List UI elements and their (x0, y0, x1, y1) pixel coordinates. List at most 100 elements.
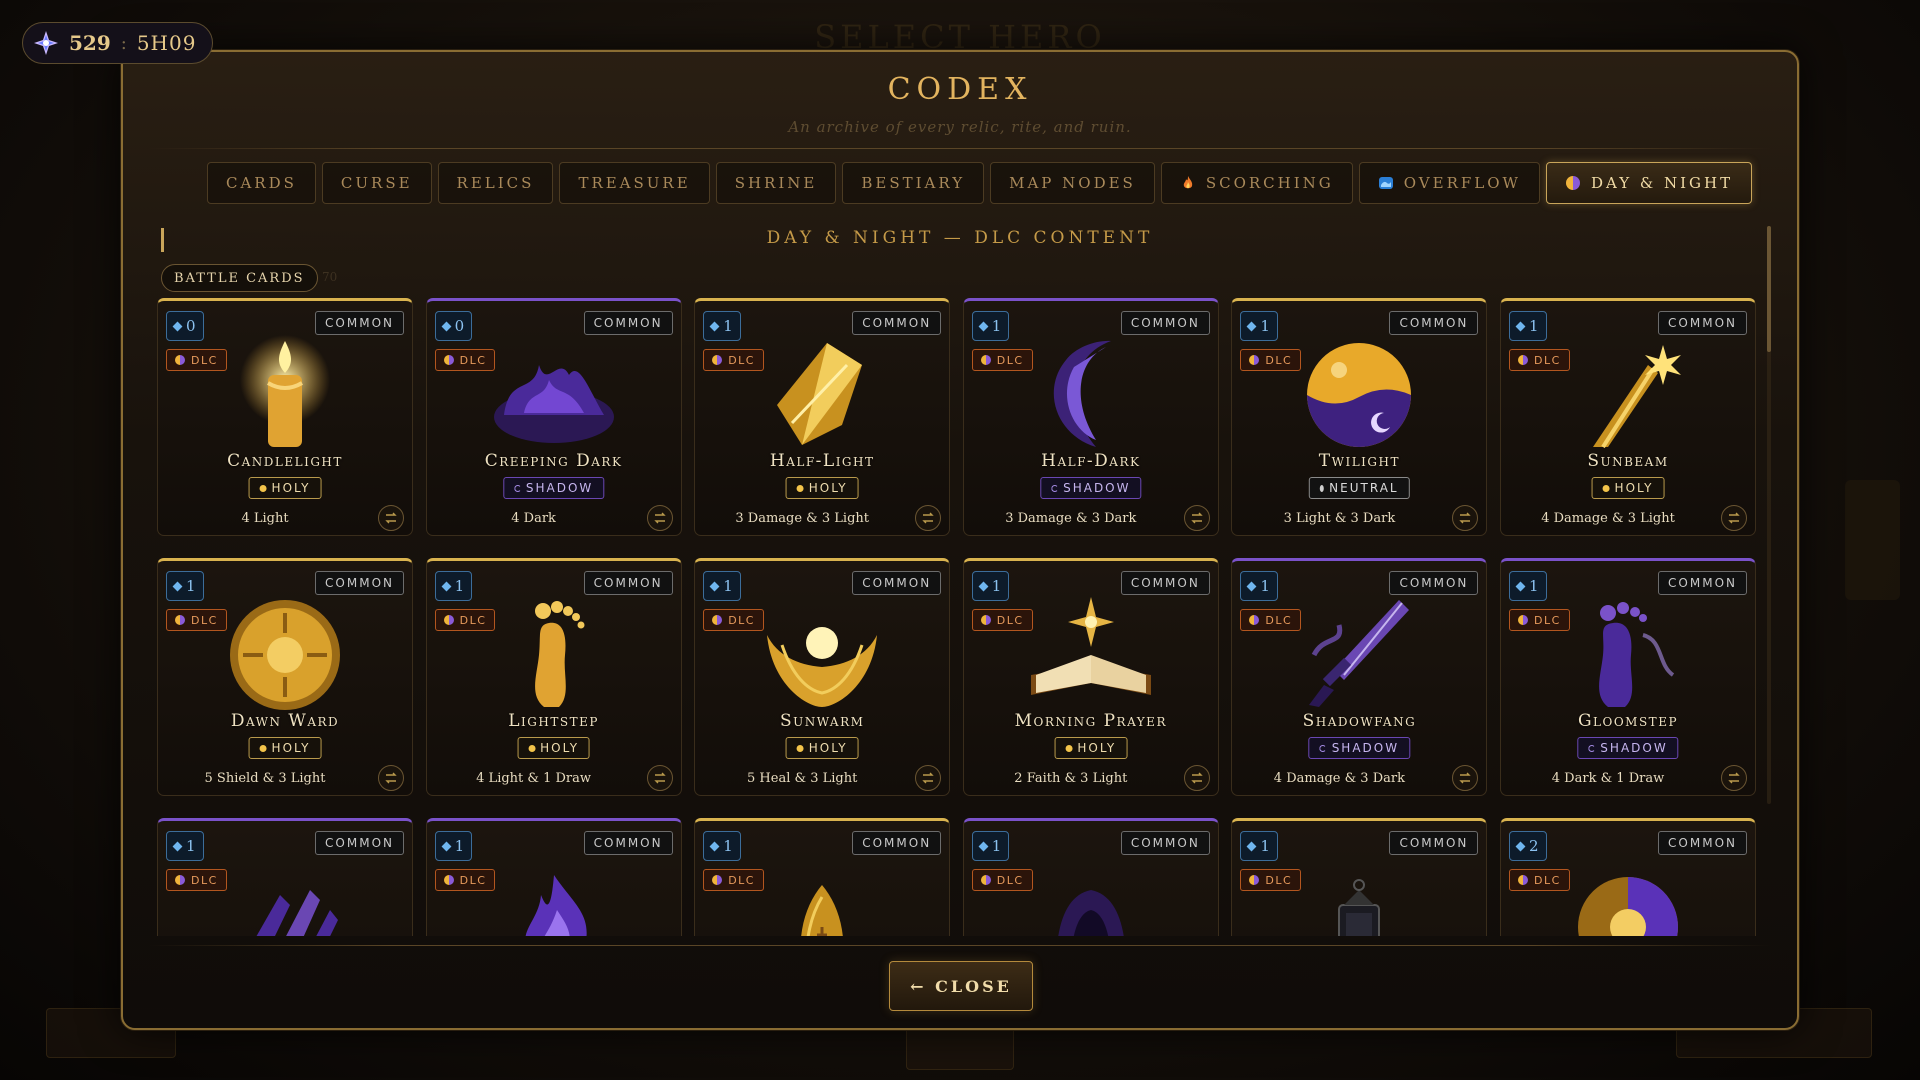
card-tile[interactable]: 1 COMMON DLC Lightstep HOLY 4 Light & 1 Draw (425, 558, 682, 796)
tab-map-nodes[interactable]: MAP NODES (990, 162, 1155, 204)
tab-cards[interactable]: CARDS (207, 162, 316, 204)
card-rarity-badge: COMMON (583, 831, 673, 855)
card-type-badge: HOLY (517, 737, 591, 759)
card-rarity-badge: COMMON (852, 831, 942, 855)
card-cost-badge: 1 (971, 831, 1010, 861)
card-type-badge: HOLY (785, 737, 859, 759)
dark-mist-icon (479, 335, 629, 455)
tab-overflow[interactable]: OVERFLOW (1358, 162, 1540, 204)
card-tile[interactable]: 1 COMMON DLC Morning Prayer HOLY 2 Faith & 3 … (962, 558, 1219, 796)
card-cost-badge: 1 (166, 571, 204, 601)
card-effect: 4 Dark (511, 511, 556, 526)
card-tile[interactable]: 2 COMMON DLC (1500, 818, 1756, 936)
card-rarity-badge: COMMON (852, 571, 942, 595)
mana-icon (1515, 841, 1526, 851)
tab-curse[interactable]: CURSE (321, 162, 432, 204)
swap-icon[interactable] (915, 765, 942, 791)
shadow-icon (1319, 744, 1327, 752)
card-effect: 5 Heal & 3 Light (747, 771, 858, 786)
swap-icon[interactable] (1183, 505, 1210, 531)
mana-icon (441, 321, 452, 331)
tab-label: SHRINE (734, 174, 818, 192)
tab-treasure[interactable]: TREASURE (559, 162, 710, 204)
day-night-icon (443, 355, 454, 365)
close-button[interactable]: ← CLOSE (889, 961, 1033, 1011)
swap-icon[interactable] (646, 765, 673, 791)
card-tile[interactable]: 1 COMMON DLC (157, 818, 413, 936)
card-cost: 1 (991, 577, 1002, 595)
tab-label: RELICS (456, 174, 535, 192)
card-tile[interactable]: 1 COMMON DLC Sunwarm HOLY 5 Heal & 3 Light (694, 558, 951, 796)
card-tile[interactable]: 1 COMMON DLC Twilight NEUTRAL 3 Light & 3 Dar… (1231, 298, 1488, 536)
swap-icon[interactable] (1183, 765, 1210, 791)
card-tile[interactable]: 0 COMMON DLC Candlelight HOLY 4 Light (157, 298, 413, 536)
card-tile[interactable]: 1 COMMON DLC Half-Light HOLY 3 Damage & 3 Lig… (694, 298, 951, 536)
swap-icon[interactable] (1721, 505, 1747, 531)
card-cost-badge: 1 (1240, 311, 1278, 341)
day-night-icon (712, 615, 723, 625)
rune-stone-icon (747, 855, 897, 936)
card-type-badge: HOLY (248, 737, 322, 759)
swap-icon[interactable] (1452, 505, 1479, 531)
battle-cards-badge: BATTLE CARDS (161, 264, 318, 292)
card-grid-viewport[interactable]: 0 COMMON DLC Candlelight HOLY 4 Light 0 COMMON D… (157, 298, 1763, 936)
card-rarity-badge: COMMON (1389, 831, 1479, 855)
holy-icon (259, 484, 267, 492)
card-tile[interactable]: 0 COMMON DLC Creeping Dark SHADOW 4 Dark (425, 298, 682, 536)
card-tile[interactable]: 1 COMMON DLC (962, 818, 1219, 936)
shadow-icon (1051, 484, 1059, 492)
shadow-claw-icon (210, 855, 360, 936)
section-heading: DAY & NIGHT — DLC CONTENT (766, 228, 1154, 248)
currency-separator: : (120, 32, 127, 54)
swap-icon[interactable] (1721, 765, 1747, 791)
card-name: Half-Dark (1041, 451, 1141, 471)
card-effect: 5 Shield & 3 Light (204, 771, 326, 786)
swap-icon[interactable] (646, 505, 673, 531)
tab-bestiary[interactable]: BESTIARY (842, 162, 985, 204)
tab-relics[interactable]: RELICS (437, 162, 554, 204)
card-tile[interactable]: 1 COMMON DLC (694, 818, 951, 936)
card-type-badge: HOLY (1054, 737, 1128, 759)
card-type: HOLY (1077, 741, 1117, 755)
day-night-icon (1518, 355, 1528, 365)
tab-shrine[interactable]: SHRINE (715, 162, 837, 204)
day-night-icon (1518, 615, 1528, 625)
card-cost-badge: 1 (703, 571, 741, 601)
card-type: NEUTRAL (1329, 481, 1399, 495)
swap-icon[interactable] (378, 505, 404, 531)
day-night-icon (175, 875, 185, 885)
tab-label: CURSE (340, 174, 413, 192)
card-tile[interactable]: 1 COMMON DLC Half-Dark SHADOW 3 Damage & 3 Da… (962, 298, 1219, 536)
swap-icon[interactable] (1452, 765, 1479, 791)
card-tile[interactable]: 1 COMMON DLC Shadowfang SHADOW 4 Damage & 3 D… (1231, 558, 1488, 796)
card-name: Sunwarm (779, 711, 865, 731)
day-night-icon (1249, 615, 1260, 625)
card-type-badge: SHADOW (502, 477, 605, 499)
tab-scorching[interactable]: SCORCHING (1160, 162, 1353, 204)
modal-subtitle: An archive of every relic, rite, and rui… (788, 118, 1132, 136)
day-night-icon (712, 355, 723, 365)
tab-label: MAP NODES (1009, 174, 1136, 192)
mana-icon (172, 581, 183, 591)
card-cost-badge: 2 (1509, 831, 1547, 861)
modal-title: CODEX (887, 72, 1033, 107)
card-tile[interactable]: 1 COMMON DLC Dawn Ward HOLY 5 Shield & 3 Ligh… (157, 558, 413, 796)
card-tile[interactable]: 1 COMMON DLC Gloomstep SHADOW 4 Dark & 1 Draw (1500, 558, 1756, 796)
card-tile[interactable]: 1 COMMON DLC (1231, 818, 1488, 936)
tab-day-night[interactable]: DAY & NIGHT (1545, 162, 1753, 204)
background-next-arrow (1845, 480, 1900, 600)
card-type: HOLY (540, 741, 580, 755)
swap-icon[interactable] (378, 765, 404, 791)
card-tile[interactable]: 1 COMMON DLC Sunbeam HOLY 4 Damage & 3 Light (1500, 298, 1756, 536)
card-cost: 0 (186, 317, 196, 335)
card-type: HOLY (808, 481, 848, 495)
card-name: Morning Prayer (1014, 711, 1167, 731)
card-cost-badge: 1 (1509, 311, 1547, 341)
mana-icon (709, 581, 720, 591)
card-cost-badge: 1 (971, 571, 1010, 601)
swap-icon[interactable] (915, 505, 942, 531)
card-type-badge: HOLY (248, 477, 322, 499)
card-tile[interactable]: 1 COMMON DLC (425, 818, 682, 936)
scrollbar-thumb[interactable] (1767, 226, 1771, 352)
card-type-badge: HOLY (785, 477, 859, 499)
